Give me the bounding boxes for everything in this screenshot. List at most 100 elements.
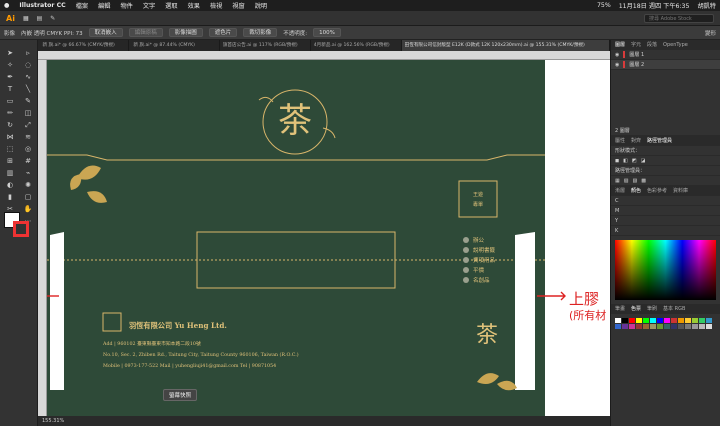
unite-icon[interactable]: ◼ [615, 158, 619, 164]
exclude-icon[interactable]: ◪ [641, 158, 646, 164]
color-swatch[interactable] [671, 324, 677, 329]
eye-icon[interactable]: ◉ [615, 62, 619, 68]
perspective-grid-icon[interactable]: ⊞ [4, 156, 16, 166]
menu-select[interactable]: 選取 [165, 1, 177, 10]
tab-brushes[interactable]: 筆刷 [647, 304, 657, 314]
menu-view[interactable]: 檢視 [210, 1, 222, 10]
tab-pathfinder[interactable]: 路徑管理員 [647, 136, 672, 146]
mesh-icon[interactable]: # [22, 156, 34, 166]
menu-window[interactable]: 視窗 [232, 1, 244, 10]
eyedropper-icon[interactable]: ⌁ [22, 168, 34, 178]
line-tool-icon[interactable]: ╲ [22, 84, 34, 94]
pencil-icon[interactable]: ✏ [4, 108, 16, 118]
magic-wand-icon[interactable]: ✧ [4, 60, 16, 70]
vertical-ruler[interactable] [38, 60, 47, 416]
arrange-icon[interactable]: ▤ [37, 15, 43, 22]
color-swatch[interactable] [650, 318, 656, 323]
color-swatch[interactable] [699, 324, 705, 329]
color-swatch[interactable] [678, 324, 684, 329]
lasso-icon[interactable]: ◌ [22, 60, 34, 70]
color-swatch[interactable] [622, 318, 628, 323]
tab-gradient[interactable]: 漸層 [615, 186, 625, 196]
color-swatch[interactable] [636, 324, 642, 329]
curvature-tool-icon[interactable]: ∿ [22, 72, 34, 82]
tab-stroke[interactable]: 筆畫 [615, 304, 625, 314]
graph-tool-icon[interactable]: ▮ [4, 192, 16, 202]
tab-color[interactable]: 顏色 [631, 186, 641, 196]
color-swatch[interactable] [706, 318, 712, 323]
layer-row[interactable]: ◉ 圖層 2 [611, 60, 720, 70]
menu-help[interactable]: 說明 [255, 1, 267, 10]
color-swatch[interactable] [629, 318, 635, 323]
zoom-level[interactable]: 155.31% [42, 418, 64, 424]
color-swatch[interactable] [657, 318, 663, 323]
width-tool-icon[interactable]: ⋈ [4, 132, 16, 142]
pen-tool-icon[interactable]: ✒ [4, 72, 16, 82]
tab-libraries[interactable]: 資料庫 [673, 186, 688, 196]
scale-icon[interactable]: ⤢ [22, 120, 34, 130]
tab-basic-rgb[interactable]: 基本 RGB [663, 304, 685, 314]
free-transform-icon[interactable]: ⬚ [4, 144, 16, 154]
color-swatch[interactable] [685, 324, 691, 329]
image-trace-button[interactable]: 影像描圖 [168, 28, 203, 37]
color-swatch[interactable] [692, 318, 698, 323]
eye-icon[interactable]: ◉ [615, 52, 619, 58]
color-swatch[interactable] [615, 318, 621, 323]
edit-original-button[interactable]: 編輯原稿 [128, 28, 163, 37]
stroke-swatch[interactable] [13, 221, 29, 237]
fill-stroke-swatches[interactable] [4, 212, 34, 242]
color-swatch[interactable] [615, 324, 621, 329]
merge-icon[interactable]: ▨ [632, 178, 637, 184]
color-swatch[interactable] [657, 324, 663, 329]
minus-front-icon[interactable]: ◧ [623, 158, 628, 164]
symbol-sprayer-icon[interactable]: ✺ [22, 180, 34, 190]
tab-paragraph[interactable]: 段落 [647, 40, 657, 50]
direct-selection-tool-icon[interactable]: ▹ [22, 48, 34, 58]
color-swatch[interactable] [706, 324, 712, 329]
battery-status[interactable]: 75% [597, 2, 611, 9]
transform-label[interactable]: 變形 [705, 29, 716, 37]
tab-color-guide[interactable]: 色彩參考 [647, 186, 667, 196]
layer-name[interactable]: 圖層 2 [629, 61, 644, 68]
divide-icon[interactable]: ▦ [615, 178, 620, 184]
color-swatch[interactable] [685, 318, 691, 323]
artboard-tool-icon[interactable]: ▢ [22, 192, 34, 202]
menu-type[interactable]: 文字 [143, 1, 155, 10]
color-swatch[interactable] [643, 318, 649, 323]
doc-tab[interactable]: 4月新品.ai @ 162.56% (RGB/預視) [311, 40, 402, 51]
cmyk-m[interactable]: M [611, 206, 720, 216]
cmyk-k[interactable]: K [611, 226, 720, 236]
eraser-icon[interactable]: ◫ [22, 108, 34, 118]
warp-icon[interactable]: ≋ [22, 132, 34, 142]
gradient-tool-icon[interactable]: ▥ [4, 168, 16, 178]
swatch-grid[interactable] [611, 314, 720, 333]
color-spectrum[interactable] [615, 240, 716, 300]
doc-tab[interactable]: 新 旗.ai* @ 66.67% (CMYK/預視) [38, 40, 129, 51]
tab-opentype[interactable]: OpenType [663, 40, 688, 50]
crop-icon[interactable]: ▩ [641, 178, 646, 184]
doc-tab[interactable]: 旗首店公告.ai @ 117% (RGB/預視) [220, 40, 311, 51]
tab-layers[interactable]: 圖層 [615, 40, 625, 50]
canvas[interactable]: 茶 王遊 專單 辦公 說明書籤 費項用品 平價 名創品 羽恆有限公司 Yu He… [47, 60, 610, 416]
selection-tool-icon[interactable]: ➤ [4, 48, 16, 58]
layer-name[interactable]: 圖層 1 [629, 51, 644, 58]
brush-icon[interactable]: ✎ [50, 15, 55, 22]
tab-properties[interactable]: 屬性 [615, 136, 625, 146]
opacity-field[interactable]: 100% [313, 28, 341, 37]
color-swatch[interactable] [678, 318, 684, 323]
blend-icon[interactable]: ◐ [4, 180, 16, 190]
color-swatch[interactable] [622, 324, 628, 329]
unembed-button[interactable]: 取消嵌入 [88, 28, 123, 37]
color-swatch[interactable] [629, 324, 635, 329]
menu-file[interactable]: 檔案 [76, 1, 88, 10]
menu-object[interactable]: 物件 [120, 1, 132, 10]
color-swatch[interactable] [650, 324, 656, 329]
color-swatch[interactable] [643, 324, 649, 329]
color-swatch[interactable] [664, 318, 670, 323]
workspace-icon[interactable]: ▦ [23, 15, 29, 22]
color-swatch[interactable] [692, 324, 698, 329]
color-swatch[interactable] [699, 318, 705, 323]
layer-row[interactable]: ◉ 圖層 1 [611, 50, 720, 60]
tab-character[interactable]: 字元 [631, 40, 641, 50]
stock-search-input[interactable]: 搜尋 Adobe Stock [644, 13, 714, 23]
